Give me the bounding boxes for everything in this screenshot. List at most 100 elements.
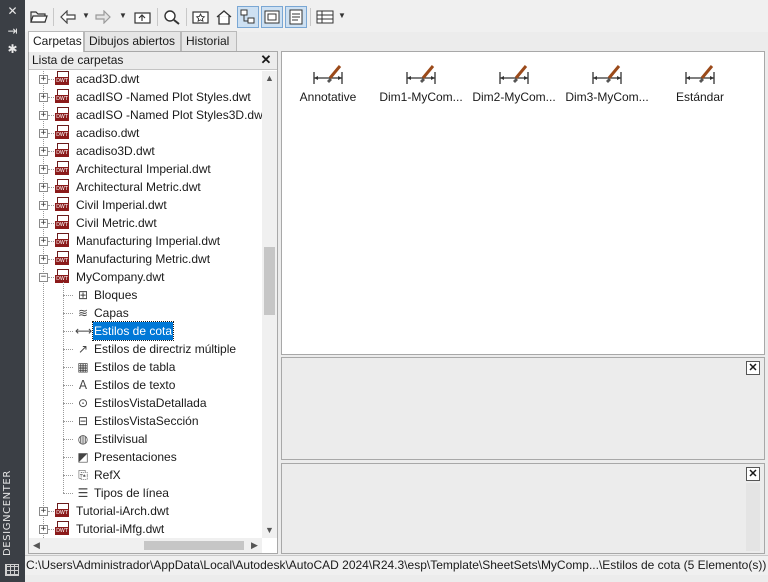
dwt-file-icon: DWT [55,89,69,105]
tree-node-drawing[interactable]: + DWT Architectural Metric.dwt [29,178,262,196]
tree-guide-line [48,277,54,278]
expand-icon[interactable]: + [39,165,48,174]
description-icon [289,9,303,25]
tree-node-drawing[interactable]: + DWT acadISO -Named Plot Styles3D.dwt [29,106,262,124]
description-toggle-button[interactable] [285,6,307,28]
preview-toggle-button[interactable] [261,6,283,28]
dimstyle-icon: ⟷ [75,324,93,338]
expand-icon[interactable]: + [39,129,48,138]
visual-style-icon: ◍ [77,432,89,446]
tree-node-drawing[interactable]: + DWT acad3D.dwt [29,71,262,88]
dwt-file-icon: DWT [55,503,69,519]
dimstyle-icon [592,65,622,84]
tree-node-label: Estilos de cota [91,321,175,341]
views-icon [316,10,334,24]
tree-node-label: Manufacturing Imperial.dwt [76,234,221,248]
tab-history[interactable]: Historial [181,31,237,51]
back-dropdown-icon[interactable]: ▼ [81,11,91,21]
forward-dropdown-icon[interactable]: ▼ [118,11,128,21]
close-icon[interactable]: ✕ [746,361,760,375]
close-icon[interactable]: ✕ [259,53,273,67]
dwt-file-icon: DWT [55,251,69,267]
dimstyle-icon [499,65,529,84]
close-icon[interactable]: ✕ [4,4,21,18]
expand-icon[interactable]: + [39,75,48,84]
tab-open-drawings[interactable]: Dibujos abiertos [84,31,181,51]
tree-node-drawing[interactable]: + DWT Tutorial-iArch.dwt [29,502,262,520]
tree-view-toggle-button[interactable] [237,6,259,28]
expand-icon[interactable]: + [39,237,48,246]
expand-icon[interactable]: + [39,507,48,516]
dwt-file-icon: DWT [55,521,69,537]
dwt-file-icon: DWT [55,143,69,159]
blocks-icon: ⊞ [77,288,89,302]
collapse-icon[interactable]: − [39,273,48,282]
tree-node-label: Architectural Imperial.dwt [76,162,211,176]
tree-node-label: Tutorial-iMfg.dwt [76,522,165,536]
multileader-icon: ↗ [77,342,89,356]
tree-guide-line [48,169,54,170]
description-scrollbar[interactable] [746,483,760,551]
tree-node-drawing[interactable]: + DWT Manufacturing Metric.dwt [29,250,262,268]
views-dropdown-icon[interactable]: ▼ [337,11,347,21]
dimstyle-item[interactable]: Estándar [654,60,746,110]
tree-node-drawing[interactable]: + DWT Tutorial-iMfg.dwt [29,520,262,538]
tree-node-drawing[interactable]: + DWT acadiso.dwt [29,124,262,142]
tree-node-label: Estilos de directriz múltiple [94,342,237,356]
expand-icon[interactable]: + [39,111,48,120]
dimstyle-item[interactable]: Dim1-MyCom... [375,60,467,110]
arrow-left-icon [60,10,76,24]
properties-icon[interactable]: ✱ [4,42,21,56]
tree-node-drawing[interactable]: + DWT Civil Metric.dwt [29,214,262,232]
dwt-file-icon: DWT [55,107,69,123]
expand-icon[interactable]: + [39,201,48,210]
dwt-file-icon: DWT [55,179,69,195]
tree-guide-line [48,151,54,152]
tree-node-drawing[interactable]: + DWT acadiso3D.dwt [29,142,262,160]
tree-node-label: Architectural Metric.dwt [76,180,201,194]
autohide-icon[interactable]: ⇥ [4,24,21,38]
dimstyle-label: Dim1-MyCom... [379,90,463,104]
expand-icon[interactable]: + [39,255,48,264]
forward-button[interactable] [92,6,114,28]
tree-vertical-scrollbar[interactable]: ▲ ▼ [262,71,277,538]
expand-icon[interactable]: + [39,525,48,534]
dimstyle-item[interactable]: Annotative [282,60,374,110]
dimstyle-icon [313,65,343,84]
scroll-left-icon[interactable]: ◀ [29,538,44,553]
palette-grip-icon[interactable] [5,564,19,576]
load-button[interactable] [28,6,50,28]
dimstyle-item[interactable]: Dim2-MyCom... [468,60,560,110]
expand-icon[interactable]: + [39,93,48,102]
up-button[interactable] [132,6,154,28]
tab-folders[interactable]: Carpetas [28,31,84,52]
tree-node-drawing[interactable]: + DWT acadISO -Named Plot Styles.dwt [29,88,262,106]
expand-icon[interactable]: + [39,183,48,192]
back-button[interactable] [57,6,79,28]
scroll-thumb[interactable] [264,247,275,315]
scroll-up-icon[interactable]: ▲ [262,71,277,86]
folder-tree: + DWT acad3D.dwt + DWT acadISO -Named Plot St… [29,71,262,538]
home-button[interactable] [213,6,235,28]
tree-node-drawing[interactable]: + DWT Architectural Imperial.dwt [29,160,262,178]
dimstyle-item[interactable]: Dim3-MyCom... [561,60,653,110]
tree-guide-line [48,511,54,512]
close-icon[interactable]: ✕ [746,467,760,481]
scroll-down-icon[interactable]: ▼ [262,523,277,538]
tree-node-label: RefX [94,468,121,482]
tree-node-label: Estilos de texto [94,378,176,392]
scroll-right-icon[interactable]: ▶ [247,538,262,553]
dwt-file-icon: DWT [55,197,69,213]
tree-node-label: acadISO -Named Plot Styles.dwt [76,90,251,104]
tree-node-drawing[interactable]: + DWT Civil Imperial.dwt [29,196,262,214]
tree-node-drawing[interactable]: + DWT Manufacturing Imperial.dwt [29,232,262,250]
detail-view-icon: ⊙ [77,396,89,410]
scroll-thumb[interactable] [144,541,244,550]
expand-icon[interactable]: + [39,219,48,228]
favorites-button[interactable] [190,6,212,28]
tree-horizontal-scrollbar[interactable]: ◀ ▶ [29,538,262,553]
search-button[interactable] [161,6,183,28]
views-button[interactable] [314,6,336,28]
dimstyle-label: Dim3-MyCom... [565,90,649,104]
expand-icon[interactable]: + [39,147,48,156]
